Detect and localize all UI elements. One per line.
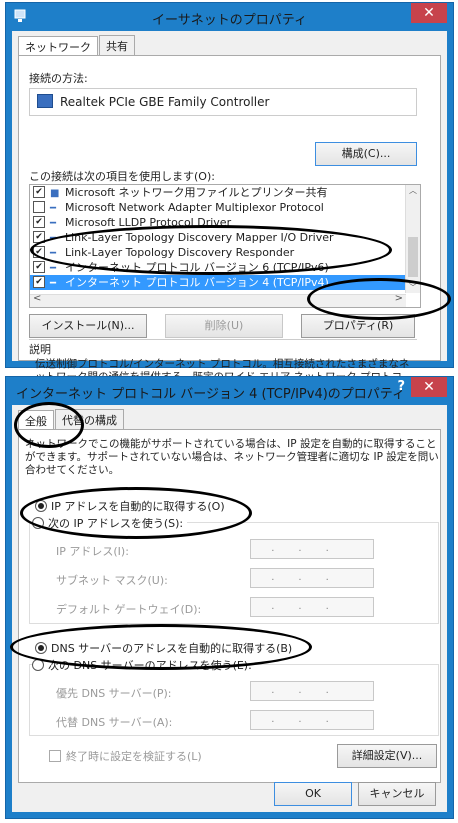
alternate-dns-field[interactable]: ... <box>250 710 374 730</box>
list-item-label: Link-Layer Topology Discovery Mapper I/O… <box>65 231 334 244</box>
properties-button[interactable]: プロパティ(R) <box>301 314 415 338</box>
close-button[interactable]: ✕ <box>411 377 447 397</box>
protocol-icon: ━ <box>50 263 57 274</box>
subnet-field[interactable]: ... <box>250 568 374 588</box>
list-item[interactable]: ━ Microsoft Network Adapter Multiplexor P… <box>30 200 406 215</box>
window-title: インターネット プロトコル バージョン 4 (TCP/IPv4)のプロパティ <box>16 387 406 402</box>
ok-button[interactable]: OK <box>274 782 352 806</box>
radio-selected[interactable] <box>35 500 47 512</box>
network-tab-panel: 接続の方法: Realtek PCIe GBE Family Controlle… <box>18 55 441 396</box>
preferred-dns-field[interactable]: ... <box>250 681 374 701</box>
items-label: この接続は次の項目を使用します(O): <box>29 170 215 183</box>
protocol-icon: ━ <box>50 278 57 289</box>
validate-checkbox[interactable]: 終了時に設定を検証する(L) <box>49 748 202 764</box>
scroll-up-icon[interactable]: ︿ <box>406 185 420 197</box>
validate-label: 終了時に設定を検証する(L) <box>66 750 202 763</box>
ip-address-label: IP アドレス(I): <box>56 545 129 558</box>
dialog-client: 全般 代替の構成 ネットワークでこの機能がサポートされている場合は、IP 設定を自… <box>12 405 447 812</box>
connect-using-label: 接続の方法: <box>29 72 88 85</box>
tab-strip: 全般 代替の構成 <box>18 409 125 432</box>
list-item-label: Link-Layer Topology Discovery Responder <box>65 246 295 259</box>
ip-address-field[interactable]: ... <box>250 539 374 559</box>
list-item[interactable]: ✔ ━ Microsoft LLDP Protocol Driver <box>30 215 406 230</box>
list-item-selected[interactable]: ✔ ━ インターネット プロトコル バージョン 4 (TCP/IPv4) <box>30 275 406 290</box>
scroll-left-icon[interactable]: < <box>33 293 41 304</box>
checkbox[interactable]: ✔ <box>33 231 45 243</box>
ipv4-properties-dialog: インターネット プロトコル バージョン 4 (TCP/IPv4)のプロパティ ?… <box>5 376 454 819</box>
list-item-label: インターネット プロトコル バージョン 6 (TCP/IPv6) <box>65 261 329 274</box>
scroll-down-icon[interactable]: ﹀ <box>406 282 420 293</box>
advanced-button[interactable]: 詳細設定(V)... <box>337 744 437 768</box>
checkbox[interactable] <box>33 201 45 213</box>
ip-auto-radio[interactable]: IP アドレスを自動的に取得する(O) <box>35 498 225 514</box>
alternate-dns-label: 代替 DNS サーバー(A): <box>56 716 173 729</box>
horizontal-scrollbar[interactable]: < > <box>30 293 406 307</box>
window-title: イーサネットのプロパティ <box>152 13 307 28</box>
dns-auto-radio[interactable]: DNS サーバーのアドレスを自動的に取得する(B) <box>35 640 292 656</box>
install-button[interactable]: インストール(N)... <box>29 314 147 338</box>
list-item-label: Microsoft ネットワーク用ファイルとプリンター共有 <box>65 186 328 199</box>
adapter-icon <box>37 94 53 108</box>
list-item-label: Microsoft LLDP Protocol Driver <box>65 216 232 229</box>
ethernet-properties-dialog: イーサネットのプロパティ ✕ ネットワーク 共有 接続の方法: Realtek P… <box>5 2 454 396</box>
scroll-right-icon[interactable]: > <box>395 293 403 304</box>
tab-strip: ネットワーク 共有 <box>18 35 136 58</box>
scroll-thumb[interactable] <box>408 237 418 277</box>
checkbox[interactable]: ✔ <box>33 186 45 198</box>
description-label: 説明 <box>29 343 51 356</box>
configure-button[interactable]: 構成(C)... <box>315 142 417 166</box>
protocol-icon: ━ <box>50 248 57 259</box>
dns-manual-radio[interactable]: 次の DNS サーバーのアドレスを使う(E): <box>32 657 256 673</box>
radio-selected[interactable] <box>35 642 47 654</box>
close-button[interactable]: ✕ <box>411 3 447 23</box>
gateway-label: デフォルト ゲートウェイ(D): <box>56 603 202 616</box>
radio[interactable] <box>32 517 44 529</box>
intro-text: ネットワークでこの機能がサポートされている場合は、IP 設定を自動的に取得するこ… <box>25 438 439 476</box>
list-item[interactable]: ✔ ━ インターネット プロトコル バージョン 6 (TCP/IPv6) <box>30 260 406 275</box>
vertical-scrollbar[interactable]: ︿ ﹀ <box>405 185 420 293</box>
checkbox[interactable]: ✔ <box>33 216 45 228</box>
checkbox[interactable]: ✔ <box>33 246 45 258</box>
general-tab-panel: ネットワークでこの機能がサポートされている場合は、IP 設定を自動的に取得するこ… <box>18 429 441 783</box>
dns-manual-label: 次の DNS サーバーのアドレスを使う(E): <box>48 659 252 672</box>
title-bar[interactable]: イーサネットのプロパティ ✕ <box>6 3 453 31</box>
radio[interactable] <box>32 659 44 671</box>
ip-auto-label: IP アドレスを自動的に取得する(O) <box>51 500 225 513</box>
protocol-icon: ━ <box>50 203 57 214</box>
preferred-dns-label: 優先 DNS サーバー(P): <box>56 687 172 700</box>
checkbox[interactable] <box>49 750 61 762</box>
tab-sharing[interactable]: 共有 <box>99 35 135 56</box>
list-item-label: Microsoft Network Adapter Multiplexor Pr… <box>65 201 324 214</box>
checkbox[interactable]: ✔ <box>33 261 45 273</box>
ip-manual-radio[interactable]: 次の IP アドレスを使う(S): <box>32 515 188 531</box>
list-item[interactable]: ✔ ■ Microsoft ネットワーク用ファイルとプリンター共有 <box>30 185 406 200</box>
dns-auto-label: DNS サーバーのアドレスを自動的に取得する(B) <box>51 642 293 655</box>
dns-manual-group: 次の DNS サーバーのアドレスを使う(E): 優先 DNS サーバー(P): … <box>29 657 439 736</box>
cancel-button[interactable]: キャンセル <box>358 782 436 806</box>
uninstall-button[interactable]: 削除(U) <box>165 314 283 338</box>
ip-manual-group: 次の IP アドレスを使う(S): IP アドレス(I): ... サブネット … <box>29 515 439 624</box>
tab-alternate-config[interactable]: 代替の構成 <box>55 409 124 430</box>
subnet-label: サブネット マスク(U): <box>56 574 168 587</box>
checkbox[interactable]: ✔ <box>33 276 45 288</box>
protocol-icon: ━ <box>50 218 57 229</box>
ip-manual-label: 次の IP アドレスを使う(S): <box>48 517 184 530</box>
dialog-client: ネットワーク 共有 接続の方法: Realtek PCIe GBE Family … <box>12 31 447 396</box>
components-list[interactable]: ✔ ■ Microsoft ネットワーク用ファイルとプリンター共有 ━ Microso… <box>29 184 421 308</box>
list-item[interactable]: ✔ ━ Link-Layer Topology Discovery Mapper I… <box>30 230 406 245</box>
list-item[interactable]: ✔ ━ Link-Layer Topology Discovery Responde… <box>30 245 406 260</box>
title-bar[interactable]: インターネット プロトコル バージョン 4 (TCP/IPv4)のプロパティ ?… <box>6 377 453 405</box>
adapter-name: Realtek PCIe GBE Family Controller <box>60 95 270 109</box>
help-icon[interactable]: ? <box>397 379 405 394</box>
protocol-icon: ━ <box>50 233 57 244</box>
list-item-label: インターネット プロトコル バージョン 4 (TCP/IPv4) <box>65 276 329 289</box>
adapter-box: Realtek PCIe GBE Family Controller <box>29 88 417 116</box>
share-icon: ■ <box>50 188 60 199</box>
gateway-field[interactable]: ... <box>250 597 374 617</box>
